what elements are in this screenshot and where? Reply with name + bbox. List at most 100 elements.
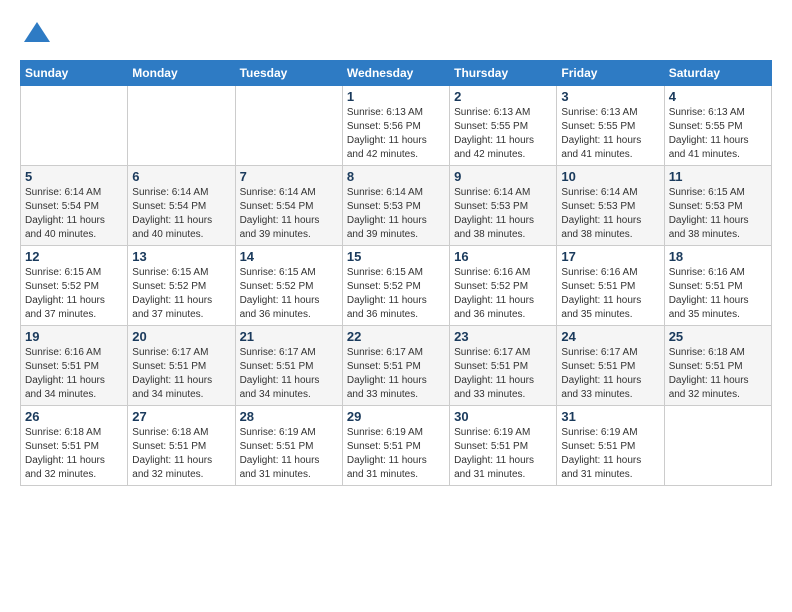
day-info: Sunrise: 6:15 AMSunset: 5:52 PMDaylight:… bbox=[347, 266, 445, 322]
calendar-cell bbox=[21, 86, 128, 166]
calendar-cell: 5 Sunrise: 6:14 AMSunset: 5:54 PMDaylight… bbox=[21, 166, 128, 246]
week-row-5: 26 Sunrise: 6:18 AMSunset: 5:51 PMDayligh… bbox=[21, 406, 772, 486]
calendar-cell: 21Sunrise: 6:17 AMSunset: 5:51 PMDayligh… bbox=[235, 326, 342, 406]
day-number: 16 bbox=[454, 249, 552, 264]
day-number: 12 bbox=[25, 249, 123, 264]
calendar-cell: 2Sunrise: 6:13 AMSunset: 5:55 PMDaylight… bbox=[450, 86, 557, 166]
calendar-cell: 27 Sunrise: 6:18 AMSunset: 5:51 PMDayligh… bbox=[128, 406, 235, 486]
calendar-cell: 20 Sunrise: 6:17 AMSunset: 5:51 PMDayligh… bbox=[128, 326, 235, 406]
calendar-cell: 18 Sunrise: 6:16 AMSunset: 5:51 PMDayligh… bbox=[664, 246, 771, 326]
day-number: 24 bbox=[561, 329, 659, 344]
day-number: 18 bbox=[669, 249, 767, 264]
calendar-cell: 23 Sunrise: 6:17 AMSunset: 5:51 PMDayligh… bbox=[450, 326, 557, 406]
day-number: 3 bbox=[561, 89, 659, 104]
day-info: Sunrise: 6:19 AMSunset: 5:51 PMDaylight:… bbox=[454, 426, 552, 482]
day-info: Sunrise: 6:13 AMSunset: 5:55 PMDaylight:… bbox=[561, 106, 659, 162]
day-info: Sunrise: 6:15 AMSunset: 5:53 PMDaylight:… bbox=[669, 186, 767, 242]
day-number: 4 bbox=[669, 89, 767, 104]
day-number: 22 bbox=[347, 329, 445, 344]
calendar-cell: 6 Sunrise: 6:14 AMSunset: 5:54 PMDaylight… bbox=[128, 166, 235, 246]
weekday-header-thursday: Thursday bbox=[450, 61, 557, 86]
day-info: Sunrise: 6:14 AMSunset: 5:53 PMDaylight:… bbox=[454, 186, 552, 242]
logo bbox=[20, 20, 54, 50]
weekday-header-wednesday: Wednesday bbox=[342, 61, 449, 86]
calendar-cell: 24 Sunrise: 6:17 AMSunset: 5:51 PMDayligh… bbox=[557, 326, 664, 406]
calendar-cell: 19Sunrise: 6:16 AMSunset: 5:51 PMDayligh… bbox=[21, 326, 128, 406]
day-info: Sunrise: 6:18 AMSunset: 5:51 PMDaylight:… bbox=[25, 426, 123, 482]
day-number: 8 bbox=[347, 169, 445, 184]
weekday-header-saturday: Saturday bbox=[664, 61, 771, 86]
day-number: 2 bbox=[454, 89, 552, 104]
day-number: 7 bbox=[240, 169, 338, 184]
weekday-header-tuesday: Tuesday bbox=[235, 61, 342, 86]
calendar-cell: 14 Sunrise: 6:15 AMSunset: 5:52 PMDayligh… bbox=[235, 246, 342, 326]
day-number: 27 bbox=[132, 409, 230, 424]
day-number: 29 bbox=[347, 409, 445, 424]
day-number: 9 bbox=[454, 169, 552, 184]
week-row-4: 19Sunrise: 6:16 AMSunset: 5:51 PMDayligh… bbox=[21, 326, 772, 406]
day-info: Sunrise: 6:18 AMSunset: 5:51 PMDaylight:… bbox=[669, 346, 767, 402]
day-number: 23 bbox=[454, 329, 552, 344]
calendar-cell: 10 Sunrise: 6:14 AMSunset: 5:53 PMDayligh… bbox=[557, 166, 664, 246]
calendar-cell: 3 Sunrise: 6:13 AMSunset: 5:55 PMDaylight… bbox=[557, 86, 664, 166]
week-row-3: 12 Sunrise: 6:15 AMSunset: 5:52 PMDayligh… bbox=[21, 246, 772, 326]
day-number: 31 bbox=[561, 409, 659, 424]
weekday-header-row: SundayMondayTuesdayWednesdayThursdayFrid… bbox=[21, 61, 772, 86]
calendar-cell: 7 Sunrise: 6:14 AMSunset: 5:54 PMDaylight… bbox=[235, 166, 342, 246]
day-info: Sunrise: 6:14 AMSunset: 5:54 PMDaylight:… bbox=[132, 186, 230, 242]
calendar-cell: 11 Sunrise: 6:15 AMSunset: 5:53 PMDayligh… bbox=[664, 166, 771, 246]
calendar-cell: 26 Sunrise: 6:18 AMSunset: 5:51 PMDayligh… bbox=[21, 406, 128, 486]
calendar-cell: 1 Sunrise: 6:13 AMSunset: 5:56 PMDaylight… bbox=[342, 86, 449, 166]
calendar-cell: 13Sunrise: 6:15 AMSunset: 5:52 PMDayligh… bbox=[128, 246, 235, 326]
day-number: 10 bbox=[561, 169, 659, 184]
day-number: 25 bbox=[669, 329, 767, 344]
weekday-header-sunday: Sunday bbox=[21, 61, 128, 86]
calendar-cell: 31Sunrise: 6:19 AMSunset: 5:51 PMDayligh… bbox=[557, 406, 664, 486]
day-info: Sunrise: 6:16 AMSunset: 5:52 PMDaylight:… bbox=[454, 266, 552, 322]
calendar-cell: 28Sunrise: 6:19 AMSunset: 5:51 PMDayligh… bbox=[235, 406, 342, 486]
day-number: 26 bbox=[25, 409, 123, 424]
weekday-header-friday: Friday bbox=[557, 61, 664, 86]
day-info: Sunrise: 6:17 AMSunset: 5:51 PMDaylight:… bbox=[454, 346, 552, 402]
day-number: 6 bbox=[132, 169, 230, 184]
logo-text bbox=[20, 20, 54, 50]
day-info: Sunrise: 6:13 AMSunset: 5:55 PMDaylight:… bbox=[669, 106, 767, 162]
day-number: 1 bbox=[347, 89, 445, 104]
day-info: Sunrise: 6:15 AMSunset: 5:52 PMDaylight:… bbox=[25, 266, 123, 322]
calendar-cell: 8 Sunrise: 6:14 AMSunset: 5:53 PMDaylight… bbox=[342, 166, 449, 246]
day-info: Sunrise: 6:14 AMSunset: 5:53 PMDaylight:… bbox=[561, 186, 659, 242]
calendar-cell: 15 Sunrise: 6:15 AMSunset: 5:52 PMDayligh… bbox=[342, 246, 449, 326]
day-info: Sunrise: 6:17 AMSunset: 5:51 PMDaylight:… bbox=[561, 346, 659, 402]
day-info: Sunrise: 6:18 AMSunset: 5:51 PMDaylight:… bbox=[132, 426, 230, 482]
week-row-1: 1 Sunrise: 6:13 AMSunset: 5:56 PMDaylight… bbox=[21, 86, 772, 166]
day-info: Sunrise: 6:13 AMSunset: 5:56 PMDaylight:… bbox=[347, 106, 445, 162]
calendar-cell bbox=[235, 86, 342, 166]
day-number: 30 bbox=[454, 409, 552, 424]
day-info: Sunrise: 6:16 AMSunset: 5:51 PMDaylight:… bbox=[561, 266, 659, 322]
day-number: 17 bbox=[561, 249, 659, 264]
day-number: 5 bbox=[25, 169, 123, 184]
calendar-cell bbox=[664, 406, 771, 486]
day-info: Sunrise: 6:14 AMSunset: 5:54 PMDaylight:… bbox=[25, 186, 123, 242]
day-info: Sunrise: 6:15 AMSunset: 5:52 PMDaylight:… bbox=[240, 266, 338, 322]
day-info: Sunrise: 6:17 AMSunset: 5:51 PMDaylight:… bbox=[132, 346, 230, 402]
calendar-cell: 16 Sunrise: 6:16 AMSunset: 5:52 PMDayligh… bbox=[450, 246, 557, 326]
day-number: 11 bbox=[669, 169, 767, 184]
day-info: Sunrise: 6:19 AMSunset: 5:51 PMDaylight:… bbox=[240, 426, 338, 482]
weekday-header-monday: Monday bbox=[128, 61, 235, 86]
day-info: Sunrise: 6:14 AMSunset: 5:53 PMDaylight:… bbox=[347, 186, 445, 242]
calendar-cell: 22Sunrise: 6:17 AMSunset: 5:51 PMDayligh… bbox=[342, 326, 449, 406]
day-number: 13 bbox=[132, 249, 230, 264]
day-number: 21 bbox=[240, 329, 338, 344]
week-row-2: 5 Sunrise: 6:14 AMSunset: 5:54 PMDaylight… bbox=[21, 166, 772, 246]
page-header bbox=[20, 20, 772, 50]
day-number: 14 bbox=[240, 249, 338, 264]
calendar-cell: 12 Sunrise: 6:15 AMSunset: 5:52 PMDayligh… bbox=[21, 246, 128, 326]
day-info: Sunrise: 6:16 AMSunset: 5:51 PMDaylight:… bbox=[25, 346, 123, 402]
day-number: 15 bbox=[347, 249, 445, 264]
day-info: Sunrise: 6:14 AMSunset: 5:54 PMDaylight:… bbox=[240, 186, 338, 242]
day-info: Sunrise: 6:16 AMSunset: 5:51 PMDaylight:… bbox=[669, 266, 767, 322]
calendar-cell: 9 Sunrise: 6:14 AMSunset: 5:53 PMDaylight… bbox=[450, 166, 557, 246]
calendar-cell: 25 Sunrise: 6:18 AMSunset: 5:51 PMDayligh… bbox=[664, 326, 771, 406]
day-number: 20 bbox=[132, 329, 230, 344]
